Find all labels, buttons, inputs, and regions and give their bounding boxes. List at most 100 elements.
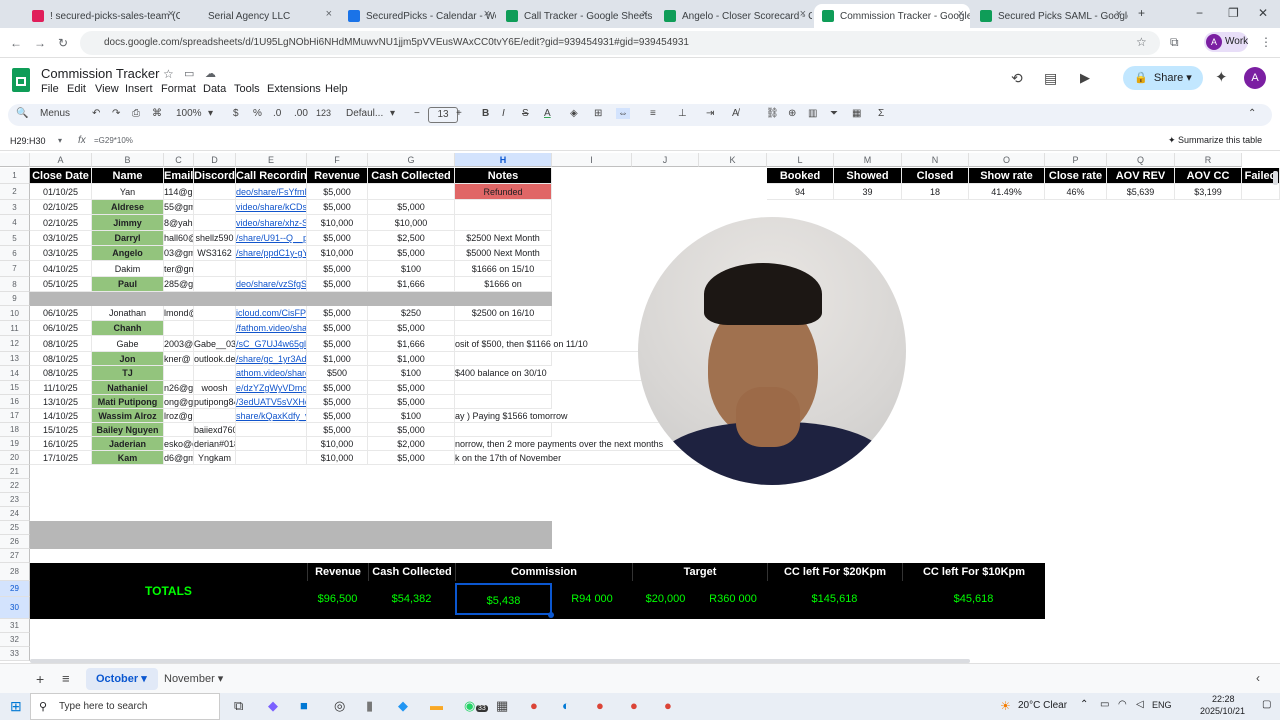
collapse-toolbar-icon[interactable]: ⌃: [1248, 108, 1256, 119]
meet-icon[interactable]: ▶: [1080, 70, 1090, 86]
name-cell[interactable]: Jon: [92, 352, 164, 366]
strikethrough-icon[interactable]: S: [522, 108, 529, 119]
call-recording-link[interactable]: [236, 451, 307, 465]
undo-icon[interactable]: ↶: [92, 108, 100, 119]
merge-cells-icon[interactable]: ⇔: [616, 108, 630, 119]
row-header[interactable]: 14: [0, 366, 30, 381]
horizontal-align-icon[interactable]: ≡: [650, 108, 656, 119]
decrease-decimal[interactable]: .0: [273, 108, 281, 119]
totals-value-cc10[interactable]: $45,618: [902, 583, 1045, 615]
menu-extensions[interactable]: Extensions: [267, 83, 321, 95]
notes-cell[interactable]: $5000 Next Month: [455, 246, 552, 261]
revenue-cell[interactable]: $5,000: [307, 423, 368, 437]
history-icon[interactable]: ⟲: [1011, 70, 1023, 87]
row-header[interactable]: 8: [0, 277, 30, 292]
chrome-icon[interactable]: ●: [664, 698, 672, 713]
row-header[interactable]: 28: [0, 563, 30, 581]
column-header-l[interactable]: L: [767, 153, 834, 167]
tab-close-icon[interactable]: ×: [1116, 8, 1122, 20]
revenue-cell[interactable]: $500: [307, 366, 368, 381]
menu-view[interactable]: View: [95, 83, 119, 95]
notes-cell[interactable]: $2500 on 16/10: [455, 306, 552, 321]
discord-cell[interactable]: [194, 200, 236, 215]
chrome-icon[interactable]: ●: [596, 698, 604, 713]
text-rotation-icon[interactable]: A̸: [732, 108, 739, 119]
row-header[interactable]: 20: [0, 451, 30, 465]
row-header[interactable]: 19: [0, 437, 30, 451]
close-date-cell[interactable]: 13/10/25: [30, 395, 92, 409]
column-header-h[interactable]: H: [455, 153, 552, 167]
call-recording-link[interactable]: video/share/kCDsdxsiBXy: [236, 200, 307, 215]
edge-icon[interactable]: ◐: [562, 698, 570, 713]
close-date-cell[interactable]: 05/10/25: [30, 277, 92, 292]
chrome-icon[interactable]: ●: [530, 698, 538, 713]
menu-edit[interactable]: Edit: [67, 83, 86, 95]
row-header[interactable]: 16: [0, 395, 30, 409]
column-header-d[interactable]: D: [194, 153, 236, 167]
totals-header[interactable]: CC left For $20Kpm: [767, 563, 902, 581]
call-recording-link[interactable]: share/kQaxKdfy_v8aF: [236, 409, 307, 423]
close-date-cell[interactable]: 03/10/25: [30, 231, 92, 246]
row-header[interactable]: 29: [0, 581, 30, 597]
discord-cell[interactable]: derian#0186: [194, 437, 236, 451]
row-header[interactable]: 9: [0, 292, 30, 306]
close-date-cell[interactable]: 17/10/25: [30, 451, 92, 465]
select-all-corner[interactable]: [0, 153, 30, 167]
percent-format[interactable]: %: [253, 108, 262, 119]
row-header[interactable]: 24: [0, 507, 30, 521]
notes-cell[interactable]: [455, 200, 552, 215]
close-date-cell[interactable]: 04/10/25: [30, 261, 92, 277]
discord-cell[interactable]: baiiexd7601: [194, 423, 236, 437]
row-header[interactable]: 6: [0, 246, 30, 261]
discord-cell[interactable]: woosh: [194, 381, 236, 395]
call-recording-link[interactable]: e/dzYZgWyVDmg: [236, 381, 307, 395]
notes-cell[interactable]: [455, 352, 552, 366]
close-date-cell[interactable]: 08/10/25: [30, 336, 92, 352]
discord-cell[interactable]: [194, 215, 236, 231]
close-date-cell[interactable]: 02/10/25: [30, 215, 92, 231]
gemini-icon[interactable]: ✦: [1215, 68, 1228, 86]
url-field[interactable]: docs.google.com/spreadsheets/d/1U95LgNOb…: [80, 31, 1160, 55]
cash-collected-cell[interactable]: $100: [368, 409, 455, 423]
close-date-cell[interactable]: 08/10/25: [30, 366, 92, 381]
column-header-m[interactable]: M: [834, 153, 902, 167]
file-explorer-icon[interactable]: ▬: [430, 698, 443, 713]
reload-icon[interactable]: ↻: [58, 36, 68, 50]
file-icon[interactable]: ▮: [366, 698, 373, 714]
totals-value-cc[interactable]: $54,382: [368, 583, 455, 615]
discord-cell[interactable]: outlook.de: [194, 352, 236, 366]
sheet-tab-november[interactable]: November ▾: [164, 668, 236, 690]
revenue-cell[interactable]: $5,000: [307, 231, 368, 246]
tab-close-icon[interactable]: ×: [642, 8, 648, 20]
forward-icon[interactable]: →: [34, 36, 46, 50]
clock-date[interactable]: 2025/10/21: [1200, 706, 1245, 716]
insert-chart-icon[interactable]: ▥: [808, 108, 817, 119]
formula-input[interactable]: =G29*10%: [94, 136, 133, 145]
name-cell[interactable]: Gabe: [92, 336, 164, 352]
currency-format[interactable]: $: [233, 108, 239, 119]
cash-collected-cell[interactable]: [368, 184, 455, 200]
call-recording-link[interactable]: deo/share/FsYfmNX9gP2: [236, 184, 307, 200]
text-color-icon[interactable]: A: [544, 108, 551, 119]
revenue-cell[interactable]: $5,000: [307, 336, 368, 352]
store-icon[interactable]: ■: [300, 698, 308, 713]
share-button[interactable]: 🔒 Share ▾: [1123, 66, 1203, 90]
discord-cell[interactable]: [194, 184, 236, 200]
email-cell[interactable]: esko@g: [164, 437, 194, 451]
summarize-table-button[interactable]: ✦ Summarize this table: [1168, 135, 1262, 146]
email-cell[interactable]: [164, 423, 194, 437]
email-cell[interactable]: ong@gr: [164, 395, 194, 409]
new-tab-icon[interactable]: +: [1138, 6, 1145, 20]
star-icon[interactable]: ☆: [163, 67, 174, 81]
stats-header-cell[interactable]: Show rate: [969, 168, 1045, 184]
totals-value-target-zar[interactable]: R360 000: [699, 583, 767, 615]
notes-cell[interactable]: [455, 395, 552, 409]
revenue-cell[interactable]: $10,000: [307, 451, 368, 465]
menu-file[interactable]: File: [41, 83, 59, 95]
close-date-cell[interactable]: 11/10/25: [30, 381, 92, 395]
cash-collected-cell[interactable]: $5,000: [368, 381, 455, 395]
email-cell[interactable]: lroz@gm: [164, 409, 194, 423]
revenue-cell[interactable]: $5,000: [307, 184, 368, 200]
stats-value-cell[interactable]: 94: [767, 184, 834, 200]
browser-tab[interactable]: Secured Picks SAML - Google S ×: [972, 4, 1128, 28]
